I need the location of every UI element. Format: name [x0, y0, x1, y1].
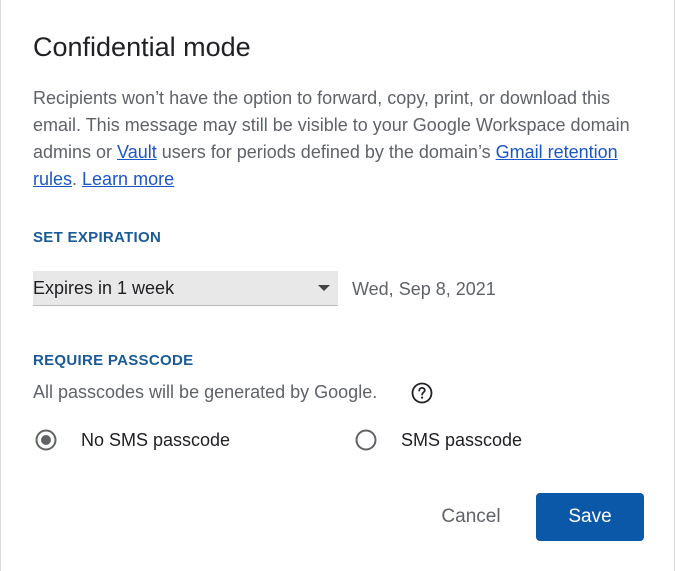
set-expiration-label: SET EXPIRATION: [33, 229, 162, 246]
sms-passcode-label[interactable]: SMS passcode: [401, 430, 522, 451]
expiration-select[interactable]: Expires in 1 week: [33, 271, 338, 306]
passcode-note: All passcodes will be generated by Googl…: [33, 382, 378, 402]
expiration-date: Wed, Sep 8, 2021: [352, 279, 496, 299]
cancel-button[interactable]: Cancel: [421, 493, 521, 541]
save-button[interactable]: Save: [536, 493, 644, 541]
learn-more-link[interactable]: Learn more: [82, 169, 174, 189]
description-text-2: users for periods defined by the domain’…: [156, 142, 496, 162]
no-sms-passcode-label[interactable]: No SMS passcode: [81, 430, 230, 451]
confidential-mode-dialog: Confidential mode Recipients won’t have …: [0, 0, 675, 571]
vault-link[interactable]: Vault: [117, 142, 157, 162]
caret-down-icon: [318, 285, 330, 291]
dialog-description: Recipients won’t have the option to forw…: [33, 85, 653, 193]
help-circle-icon[interactable]: [411, 382, 433, 404]
sms-passcode-radio[interactable]: [355, 429, 377, 451]
dialog-title: Confidential mode: [33, 32, 251, 62]
description-text-3: .: [72, 169, 83, 189]
require-passcode-label: REQUIRE PASSCODE: [33, 352, 194, 369]
expiration-select-value: Expires in 1 week: [33, 278, 175, 298]
no-sms-passcode-radio[interactable]: [35, 429, 57, 451]
